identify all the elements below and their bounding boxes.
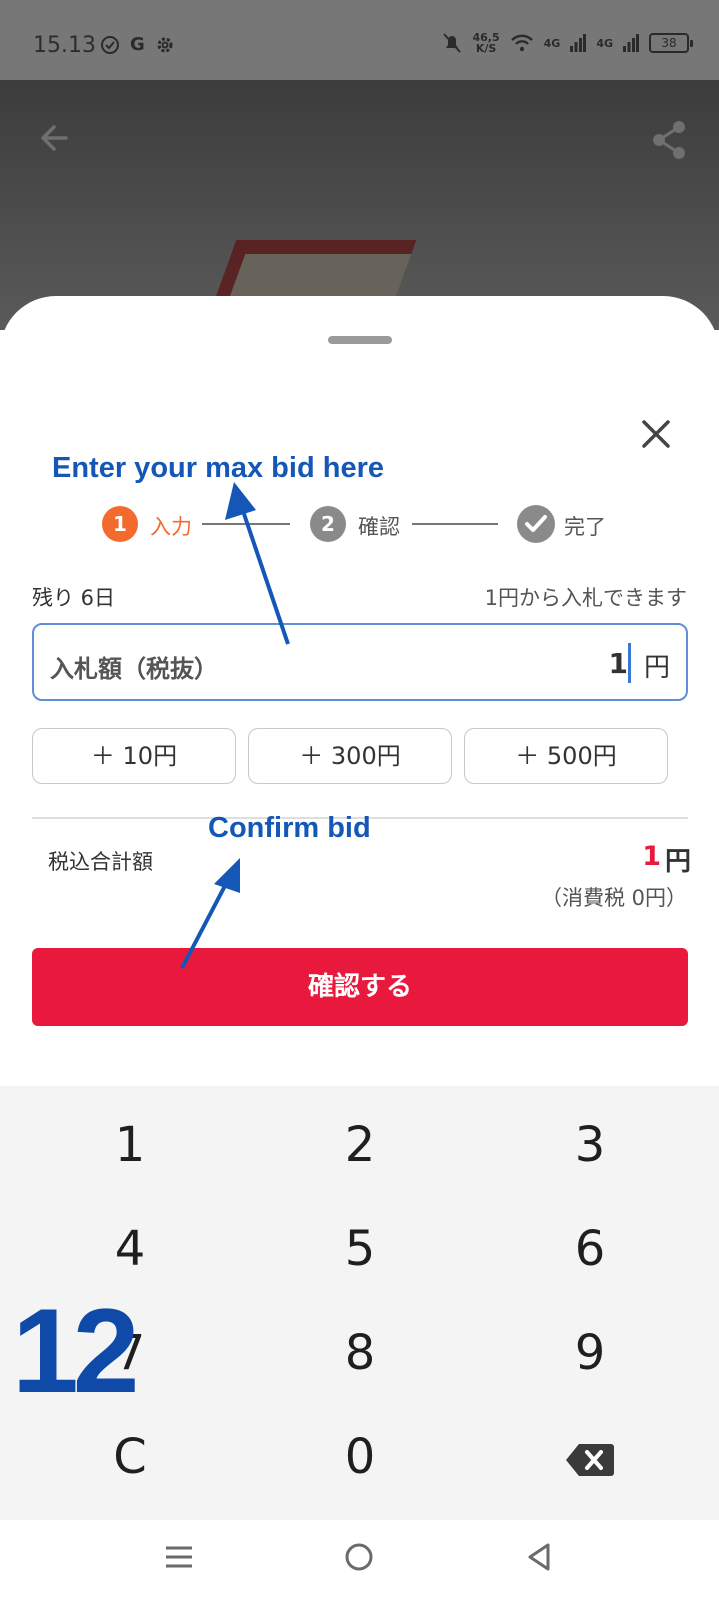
back-icon[interactable] bbox=[524, 1542, 554, 1572]
settings-icon bbox=[157, 37, 173, 52]
back-arrow-icon[interactable] bbox=[36, 120, 72, 156]
signal-icon bbox=[623, 34, 639, 52]
backspace-icon bbox=[566, 1444, 614, 1476]
close-icon[interactable] bbox=[636, 414, 676, 454]
backspace-key[interactable] bbox=[490, 1412, 690, 1502]
step-3-label: 完了 bbox=[564, 515, 606, 539]
step-indicator: 1 入力 2 確認 完了 bbox=[102, 504, 622, 544]
battery-icon: 38 bbox=[649, 33, 693, 53]
bid-field-label: 入札額（税抜） bbox=[50, 655, 218, 683]
confirm-button[interactable]: 確認する bbox=[32, 948, 688, 1026]
key-0[interactable]: 0 bbox=[260, 1412, 460, 1502]
key-3[interactable]: 3 bbox=[490, 1100, 690, 1190]
signal-label-2: 4G bbox=[596, 36, 613, 50]
step-connector bbox=[412, 523, 498, 525]
bid-field-value[interactable]: 1 bbox=[609, 647, 628, 680]
step-2-label: 確認 bbox=[358, 515, 400, 539]
key-4[interactable]: 4 bbox=[30, 1204, 230, 1294]
google-icon: G bbox=[130, 34, 145, 55]
annotation-enter-bid: Enter your max bid here bbox=[52, 452, 384, 484]
status-bar: 15.13 G 46,5 K/S 4G 4G 38 bbox=[0, 0, 719, 80]
tax-note: （消費税 0円） bbox=[540, 886, 687, 910]
check-circle-icon bbox=[101, 35, 119, 54]
step-number-annotation: 12 bbox=[12, 1284, 140, 1418]
key-8[interactable]: 8 bbox=[260, 1308, 460, 1398]
step-2-circle: 2 bbox=[310, 506, 346, 542]
min-bid-note: 1円から入札できます bbox=[484, 586, 687, 610]
step-1-circle: 1 bbox=[102, 506, 138, 542]
add-500-button[interactable]: ＋ 500円 bbox=[464, 728, 668, 784]
bid-sheet: Enter your max bid here 1 入力 2 確認 完了 残り … bbox=[0, 296, 719, 1086]
remaining-time: 残り 6日 bbox=[32, 586, 116, 610]
add-10-button[interactable]: ＋ 10円 bbox=[32, 728, 236, 784]
share-icon[interactable] bbox=[651, 120, 687, 160]
bell-off-icon bbox=[443, 33, 462, 53]
text-caret bbox=[628, 643, 631, 683]
menu-icon[interactable] bbox=[164, 1542, 194, 1572]
key-2[interactable]: 2 bbox=[260, 1100, 460, 1190]
check-circle-icon bbox=[517, 505, 555, 543]
key-5[interactable]: 5 bbox=[260, 1204, 460, 1294]
total-label: 税込合計額 bbox=[48, 850, 153, 874]
increment-buttons: ＋ 10円 ＋ 300円 ＋ 500円 bbox=[32, 728, 688, 784]
bid-field-unit: 円 bbox=[643, 653, 670, 683]
home-icon[interactable] bbox=[344, 1542, 374, 1572]
step-connector bbox=[202, 523, 290, 525]
bid-amount-field[interactable]: 入札額（税抜） 1 円 bbox=[32, 623, 688, 701]
total-unit: 円 bbox=[664, 847, 691, 877]
nav-bar bbox=[0, 1520, 719, 1600]
key-clear[interactable]: C bbox=[30, 1412, 230, 1502]
signal-label-1: 4G bbox=[543, 36, 561, 50]
dimmed-background bbox=[0, 80, 719, 330]
total-value: 1 bbox=[642, 841, 661, 872]
wifi-icon bbox=[510, 34, 533, 52]
add-300-button[interactable]: ＋ 300円 bbox=[248, 728, 452, 784]
key-9[interactable]: 9 bbox=[490, 1308, 690, 1398]
annotation-confirm-bid: Confirm bid bbox=[208, 812, 371, 844]
net-speed: 46,5 K/S bbox=[472, 31, 500, 55]
drag-handle[interactable] bbox=[328, 336, 392, 344]
key-6[interactable]: 6 bbox=[490, 1204, 690, 1294]
status-time: 15.13 bbox=[33, 33, 96, 58]
key-1[interactable]: 1 bbox=[30, 1100, 230, 1190]
step-1-label: 入力 bbox=[150, 515, 192, 539]
signal-icon bbox=[570, 34, 587, 52]
